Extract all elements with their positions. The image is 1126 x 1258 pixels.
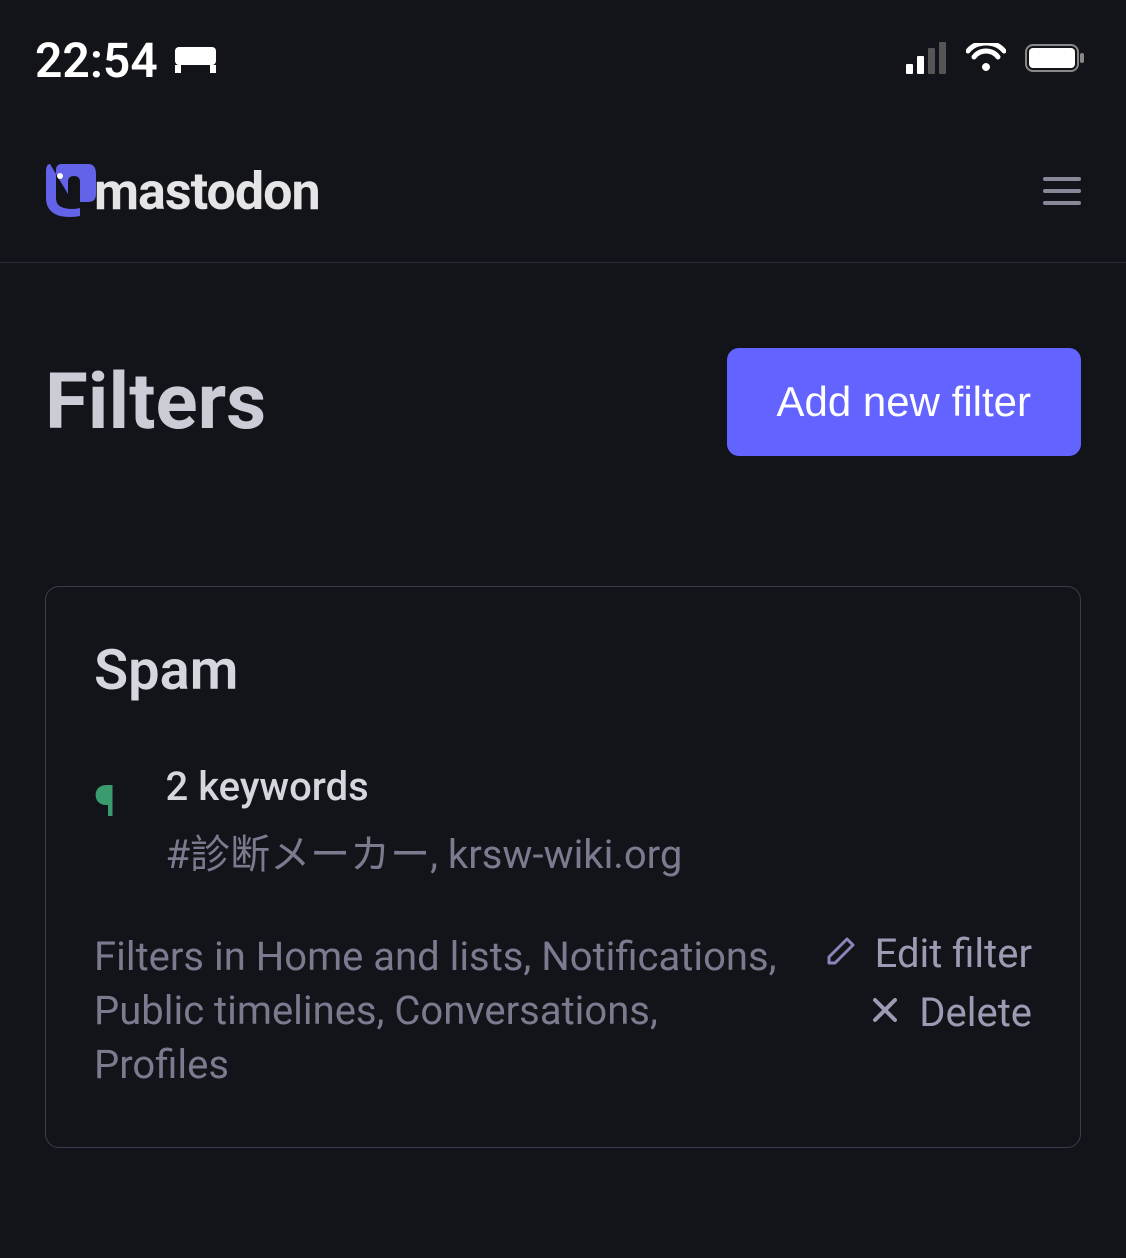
add-new-filter-button[interactable]: Add new filter	[727, 348, 1081, 456]
bed-icon	[173, 41, 218, 80]
logo[interactable]: mastodon	[42, 160, 320, 222]
brand-name: mastodon	[94, 161, 320, 222]
cellular-signal-icon	[906, 42, 948, 78]
page-title: Filters	[45, 357, 266, 448]
filter-card: Spam ¶ 2 keywords #診断メーカー, krsw-wiki.org…	[45, 586, 1081, 1148]
status-bar: 22:54	[0, 0, 1126, 130]
menu-icon[interactable]	[1043, 177, 1081, 205]
keyword-list: #診断メーカー, krsw-wiki.org	[166, 822, 683, 880]
status-time: 22:54	[35, 32, 158, 89]
edit-filter-label: Edit filter	[875, 930, 1032, 977]
pilcrow-icon: ¶	[94, 775, 116, 827]
app-header: mastodon	[0, 130, 1126, 263]
keyword-row: ¶ 2 keywords #診断メーカー, krsw-wiki.org	[94, 763, 1032, 880]
main-content: Filters Add new filter Spam ¶ 2 keywords…	[0, 263, 1126, 1148]
edit-filter-link[interactable]: Edit filter	[825, 930, 1032, 977]
filter-name: Spam	[94, 637, 1032, 703]
status-right	[906, 42, 1086, 78]
close-icon	[869, 989, 901, 1036]
page-header: Filters Add new filter	[45, 348, 1081, 456]
delete-filter-link[interactable]: Delete	[869, 989, 1032, 1036]
filter-footer: Filters in Home and lists, Notifications…	[94, 930, 1032, 1092]
filter-actions: Edit filter Delete	[825, 930, 1032, 1036]
wifi-icon	[966, 43, 1006, 77]
battery-icon	[1024, 43, 1086, 77]
filter-contexts: Filters in Home and lists, Notifications…	[94, 930, 785, 1092]
delete-filter-label: Delete	[919, 989, 1032, 1036]
pencil-icon	[825, 930, 857, 977]
keyword-count: 2 keywords	[166, 763, 683, 810]
mastodon-logo-icon	[42, 160, 100, 222]
keyword-info: 2 keywords #診断メーカー, krsw-wiki.org	[166, 763, 683, 880]
status-left: 22:54	[35, 32, 218, 89]
